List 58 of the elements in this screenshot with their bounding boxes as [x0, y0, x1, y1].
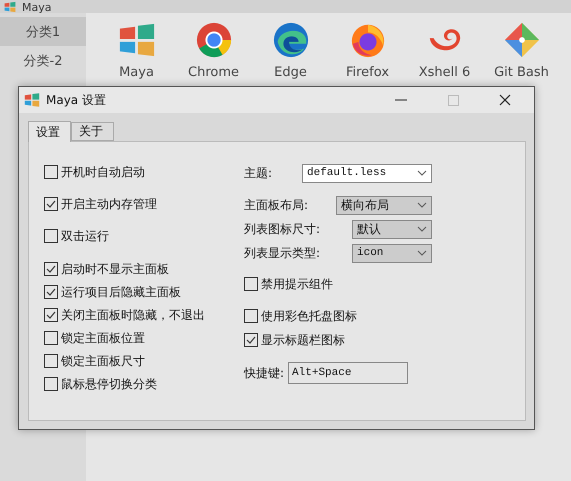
app-label[interactable]: Xshell 6: [418, 65, 470, 80]
option-label: 开启主动内存管理: [61, 196, 157, 212]
sidebar-item[interactable]: 分类-2: [0, 46, 86, 75]
option-label: 运行项目后隐藏主面板: [61, 284, 181, 300]
select-label: 列表显示类型:: [244, 244, 320, 262]
option-label: 双击运行: [61, 228, 109, 244]
dropdown[interactable]: 横向布局: [336, 196, 432, 214]
tab[interactable]: 关于: [71, 122, 114, 141]
select-label: 主面板布局:: [244, 196, 308, 214]
select-label: 列表图标尺寸:: [244, 220, 320, 238]
window-title: Maya: [22, 2, 52, 13]
caret-icon: [417, 202, 427, 208]
app-label[interactable]: Git Bash: [494, 65, 549, 80]
sidebar-item[interactable]: 分类1: [0, 17, 86, 46]
checkbox[interactable]: [44, 285, 58, 299]
option-label: 关闭主面板时隐藏，不退出: [61, 306, 205, 324]
caret-icon: [417, 250, 427, 256]
option-label: 鼠标悬停切换分类: [61, 376, 157, 392]
option-label: 锁定主面板位置: [61, 330, 145, 346]
option-label: 锁定主面板尺寸: [61, 352, 145, 370]
dialog-logo-icon: [24, 92, 40, 108]
dropdown[interactable]: icon: [352, 244, 432, 262]
dropdown[interactable]: default.less: [302, 164, 432, 182]
checkbox[interactable]: [44, 331, 58, 345]
checkbox[interactable]: [44, 229, 58, 243]
diamond-icon: [502, 21, 540, 59]
wave-icon: [272, 21, 310, 59]
option-label: 禁用提示组件: [261, 276, 333, 292]
caret-icon: [417, 226, 427, 232]
checkbox[interactable]: [244, 309, 258, 323]
close-icon[interactable]: [499, 94, 511, 106]
option-label: 使用彩色托盘图标: [261, 308, 357, 324]
app-label[interactable]: Chrome: [188, 65, 239, 80]
tab[interactable]: 设置: [28, 121, 71, 142]
app-label[interactable]: Edge: [274, 65, 307, 80]
shortcut-field[interactable]: Alt+Space: [288, 362, 408, 384]
checkbox[interactable]: [44, 197, 58, 211]
option-label: 启动时不显示主面板: [61, 260, 169, 278]
app-logo-icon: [4, 1, 16, 13]
checkbox[interactable]: [244, 277, 258, 291]
caret-icon: [417, 170, 427, 176]
checkbox[interactable]: [44, 262, 58, 276]
field-label: 快捷键:: [244, 364, 284, 382]
colored-ring-icon: [194, 21, 232, 59]
checkbox[interactable]: [44, 308, 58, 322]
checkbox[interactable]: [44, 165, 58, 179]
option-label: 显示标题栏图标: [261, 332, 345, 348]
select-label: 主题:: [244, 164, 272, 182]
checkbox[interactable]: [244, 333, 258, 347]
checkbox[interactable]: [44, 377, 58, 391]
app-label[interactable]: Firefox: [346, 65, 390, 80]
minimize-icon[interactable]: [395, 99, 407, 101]
dropdown[interactable]: 默认: [352, 220, 432, 238]
app-label[interactable]: Maya: [119, 65, 154, 80]
option-label: 开机时自动启动: [61, 164, 145, 180]
checkbox[interactable]: [44, 354, 58, 368]
app-panes-icon: [118, 21, 156, 59]
dialog-title: Maya 设置: [46, 92, 107, 108]
